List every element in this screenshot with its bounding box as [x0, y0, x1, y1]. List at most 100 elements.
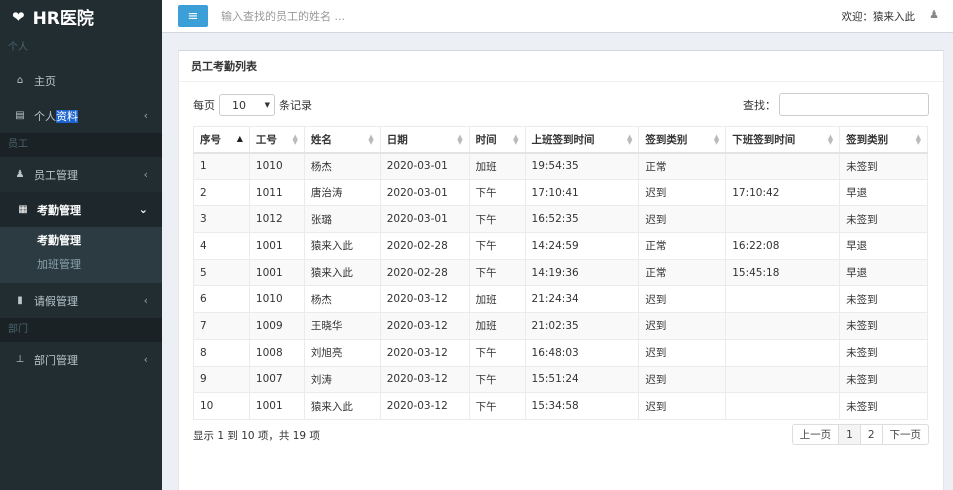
- column-header-checkin-type[interactable]: 签到类别 ▲ ▼: [638, 126, 727, 154]
- page-2-button[interactable]: 2: [859, 424, 883, 445]
- table-cell: 下午: [468, 258, 526, 287]
- table-cell: 1001: [248, 258, 305, 287]
- table-cell: 3: [193, 205, 250, 234]
- table-cell: 2020-03-12: [379, 365, 470, 394]
- box-title: 员工考勤列表: [179, 51, 943, 82]
- table-row[interactable]: 4 1001 猿来入此 2020-02-28 下午 14:24:59 正常 16:22:08 早…: [193, 232, 928, 260]
- attendance-submenu: 考勤管理 加班管理: [0, 227, 162, 283]
- table-cell: 正常: [638, 232, 727, 260]
- table-cell: 猿来入此: [303, 258, 381, 287]
- table-cell: 早退: [839, 178, 928, 207]
- page-1-button[interactable]: 1: [838, 424, 861, 445]
- sidebar-item-attendance[interactable]: ▦ 考勤管理 ⌄: [0, 192, 162, 227]
- top-header: ≡ 欢迎：猿来入此 ♟: [162, 0, 953, 33]
- sidebar-toggle-button[interactable]: ≡: [178, 5, 208, 27]
- table-cell: [725, 152, 841, 180]
- column-header-checkout-type[interactable]: 签到类别 ▲ ▼: [839, 126, 928, 154]
- table-cell: 17:10:41: [524, 178, 640, 207]
- column-header-time[interactable]: 时间 ▲ ▼: [468, 126, 526, 154]
- table-cell: 14:24:59: [524, 232, 640, 260]
- table-cell: 杨杰: [303, 285, 381, 314]
- table-row[interactable]: 8 1008 刘旭亮 2020-03-12 下午 16:48:03 迟到 未签到: [193, 338, 928, 367]
- page-length-prefix: 每页: [193, 99, 215, 112]
- table-cell: 正常: [638, 152, 727, 180]
- table-cell: 8: [193, 338, 250, 367]
- bookmark-icon: ▮: [17, 295, 23, 306]
- table-cell: [725, 392, 841, 420]
- table-cell: 7: [193, 312, 250, 340]
- table-cell: 2020-03-01: [379, 152, 470, 180]
- table-cell: 2020-03-12: [379, 392, 470, 420]
- sidebar-item-label: 个人资料: [34, 109, 78, 123]
- table-cell: 迟到: [638, 285, 727, 314]
- table-row[interactable]: 5 1001 猿来入此 2020-02-28 下午 14:19:36 正常 15:45:18 早…: [193, 258, 928, 287]
- table-cell: 未签到: [839, 152, 928, 180]
- table-cell: 迟到: [638, 178, 727, 207]
- table-cell: 加班: [468, 312, 526, 340]
- column-header-date[interactable]: 日期 ▲ ▼: [379, 126, 470, 154]
- table-cell: [725, 285, 841, 314]
- user-icon: ♟: [15, 169, 25, 180]
- page-length-control: 每页 10 ▼ 条记录: [193, 94, 312, 116]
- sidebar-item-profile[interactable]: ▤ 个人资料 ‹: [0, 98, 162, 133]
- table-cell: 1001: [248, 232, 305, 260]
- table-cell: 15:51:24: [524, 365, 640, 394]
- app-logo[interactable]: ❤ HR医院: [0, 0, 162, 33]
- column-header-staff-no[interactable]: 工号 ▲ ▼: [248, 126, 305, 154]
- table-cell: 杨杰: [303, 152, 381, 180]
- submenu-item-attendance[interactable]: 考勤管理: [0, 229, 162, 253]
- column-header-checkin-time[interactable]: 上班签到时间 ▲ ▼: [524, 126, 640, 154]
- next-page-button[interactable]: 下一页: [881, 424, 929, 445]
- sidebar-item-dept[interactable]: ⊥ 部门管理 ‹: [0, 342, 162, 377]
- pagination: 上一页 1 2 下一页: [791, 424, 929, 445]
- table-cell: 16:48:03: [524, 338, 640, 367]
- chevron-left-icon: ‹: [143, 353, 148, 366]
- heartbeat-icon: ❤: [12, 7, 25, 26]
- page-length-select[interactable]: 10 ▼: [219, 94, 275, 116]
- table-cell: 未签到: [839, 312, 928, 340]
- table-row[interactable]: 2 1011 唐治涛 2020-03-01 下午 17:10:41 迟到 17:10:42 早退: [193, 178, 928, 207]
- prev-page-button[interactable]: 上一页: [791, 424, 840, 445]
- submenu-item-overtime[interactable]: 加班管理: [0, 253, 162, 277]
- table-cell: 1010: [248, 152, 305, 180]
- table-cell: 迟到: [638, 312, 727, 340]
- user-icon[interactable]: ♟: [929, 8, 939, 21]
- table-cell: 下午: [468, 178, 526, 207]
- table-cell: 21:24:34: [524, 285, 640, 314]
- table-row[interactable]: 1 1010 杨杰 2020-03-01 加班 19:54:35 正常 未签到: [193, 152, 928, 180]
- table-cell: 迟到: [638, 205, 727, 234]
- table-cell: 正常: [638, 258, 727, 287]
- table-cell: 1007: [248, 365, 305, 394]
- chevron-left-icon: ‹: [143, 294, 148, 307]
- caret-down-icon: ▼: [264, 101, 270, 109]
- table-cell: 2020-02-28: [379, 258, 470, 287]
- sidebar-item-home[interactable]: ⌂ 主页: [0, 63, 162, 98]
- table-row[interactable]: 9 1007 刘涛 2020-03-12 下午 15:51:24 迟到 未签到: [193, 365, 928, 394]
- table-row[interactable]: 3 1012 张璐 2020-03-01 下午 16:52:35 迟到 未签到: [193, 205, 928, 234]
- sidebar-item-label: 请假管理: [34, 294, 78, 308]
- sidebar-item-staff[interactable]: ♟ 员工管理 ‹: [0, 157, 162, 192]
- table-cell: 刘旭亮: [303, 338, 381, 367]
- welcome-text[interactable]: 欢迎：猿来入此: [842, 9, 916, 24]
- sort-icon: ▲ ▼: [457, 133, 463, 146]
- table-cell: 下午: [468, 338, 526, 367]
- column-header-checkout-time[interactable]: 下班签到时间 ▲ ▼: [725, 126, 841, 154]
- sidebar-item-leave[interactable]: ▮ 请假管理 ‹: [0, 283, 162, 318]
- table-cell: 张璐: [303, 205, 381, 234]
- employee-search-input[interactable]: [221, 9, 521, 23]
- column-header-name[interactable]: 姓名 ▲ ▼: [303, 126, 381, 154]
- table-cell: 早退: [839, 258, 928, 287]
- attendance-table: 序号 ▲ 工号 ▲ ▼ 姓名 ▲ ▼ 日期 ▲ ▼ 时间 ▲ ▼ 上班签到时间 ▲ ▼ 签到类别 ▲ ▼ …: [193, 126, 928, 420]
- table-cell: 王晓华: [303, 312, 381, 340]
- table-cell: 迟到: [638, 365, 727, 394]
- table-cell: 刘涛: [303, 365, 381, 394]
- table-row[interactable]: 7 1009 王晓华 2020-03-12 加班 21:02:35 迟到 未签到: [193, 312, 928, 340]
- table-row[interactable]: 6 1010 杨杰 2020-03-12 加班 21:24:34 迟到 未签到: [193, 285, 928, 314]
- table-cell: 4: [193, 232, 250, 260]
- table-row[interactable]: 10 1001 猿来入此 2020-03-12 下午 15:34:58 迟到 未签到: [193, 392, 928, 420]
- sidebar-item-label: 主页: [34, 74, 56, 88]
- table-search-input[interactable]: [779, 93, 929, 116]
- table-cell: [725, 205, 841, 234]
- column-header-index[interactable]: 序号 ▲: [193, 126, 250, 154]
- section-header-dept: 部门: [0, 318, 162, 342]
